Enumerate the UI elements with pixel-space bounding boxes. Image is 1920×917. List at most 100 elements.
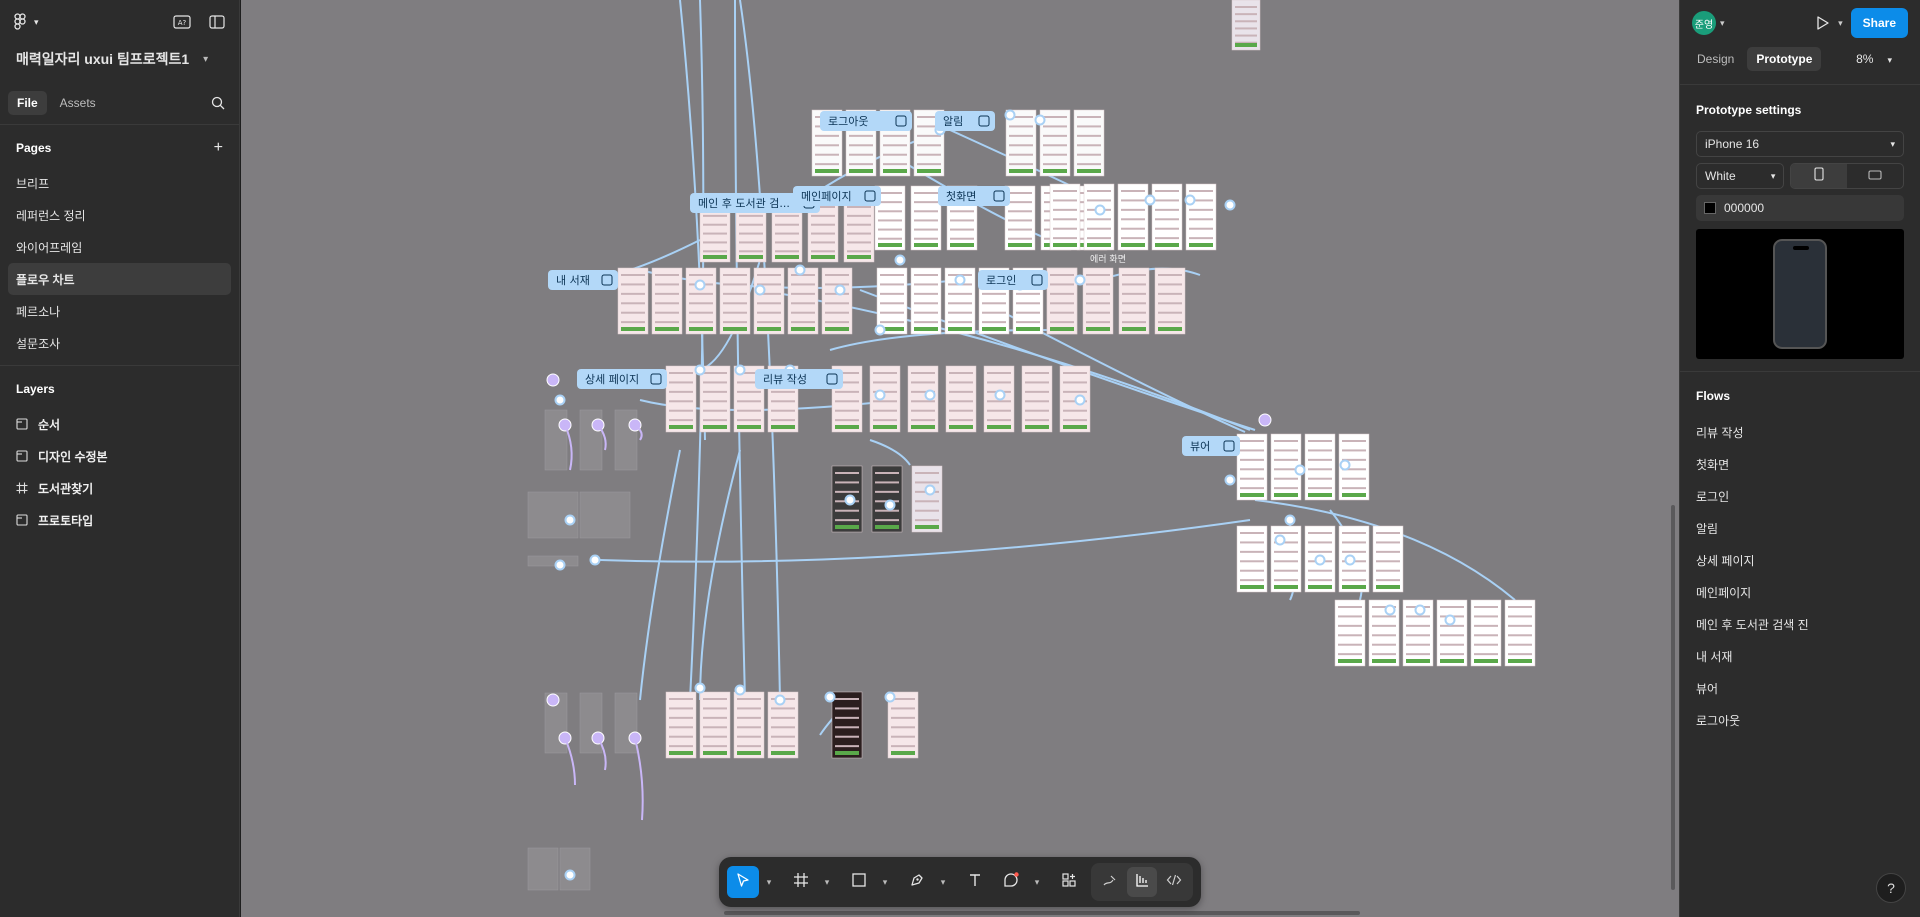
flow-label[interactable]: 뷰어 [1182,436,1240,456]
screen-frame[interactable] [787,267,819,335]
tab-assets[interactable]: Assets [51,91,105,115]
connection-node[interactable] [954,274,966,286]
screen-frame[interactable] [527,555,579,567]
connection-node[interactable] [694,364,706,376]
actions-tool-button[interactable] [1053,866,1085,898]
screen-frame[interactable] [1151,183,1183,251]
connection-node[interactable] [1094,204,1106,216]
connection-node[interactable] [734,684,746,696]
screen-frame[interactable] [1236,525,1268,593]
connection-node[interactable] [1034,114,1046,126]
screen-frame[interactable] [821,267,853,335]
connection-node[interactable] [924,389,936,401]
portrait-button[interactable] [1791,164,1848,188]
screen-frame[interactable] [1118,267,1150,335]
flow-label[interactable]: 상세 페이지 [577,369,667,389]
flow-item[interactable]: 리뷰 작성 [1680,416,1920,448]
shape-tool-button[interactable] [843,866,875,898]
screen-frame[interactable] [843,199,875,263]
move-tool-button[interactable] [727,866,759,898]
screen-frame[interactable] [871,465,903,533]
connection-node[interactable] [1004,109,1016,121]
connection-node[interactable] [564,869,576,881]
tab-file[interactable]: File [8,91,47,115]
screen-frame[interactable] [1185,183,1217,251]
flow-connector[interactable] [639,449,681,701]
connection-node[interactable] [824,691,836,703]
flow-item[interactable]: 뷰어 [1680,672,1920,704]
screen-frame[interactable] [831,691,863,759]
flow-connector[interactable] [699,449,741,701]
screen-frame[interactable] [1504,599,1536,667]
screen-frame[interactable] [1236,433,1268,501]
screen-frame[interactable] [719,267,751,335]
connection-node[interactable] [564,514,576,526]
canvas[interactable]: 로그아웃 알림 메인 후 도서관 검... 메인페이지 첫화면 내 서재 로그인 상세 페이지… [241,0,1679,917]
flow-connector[interactable] [739,0,781,701]
connection-node[interactable] [1224,474,1236,486]
connection-node[interactable] [1384,604,1396,616]
connection-node[interactable] [554,559,566,571]
main-menu-button[interactable]: ▾ [14,13,39,31]
flow-label[interactable]: 첫화면 [938,186,1010,206]
connection-node[interactable] [754,284,766,296]
flow-label[interactable]: 알림 [935,111,995,131]
screen-frame[interactable] [910,267,942,335]
present-play-icon[interactable] [1816,15,1830,31]
screen-frame[interactable] [699,365,731,433]
connection-node[interactable] [1414,604,1426,616]
page-item[interactable]: 레퍼런스 정리 [8,199,231,231]
screen-frame[interactable] [1082,267,1114,335]
add-page-icon[interactable]: + [214,139,223,157]
screen-frame[interactable] [911,465,943,533]
screen-frame[interactable] [1231,0,1261,51]
dev-mode-button[interactable] [1159,867,1189,897]
background-color-field[interactable]: 000000 [1696,195,1904,221]
connection-node[interactable] [1074,394,1086,406]
screen-frame[interactable] [887,691,919,759]
screen-frame[interactable] [910,185,942,251]
connection-node[interactable] [834,284,846,296]
connection-node[interactable] [1184,194,1196,206]
screen-frame[interactable] [699,691,731,759]
flow-label[interactable]: 내 서재 [548,270,618,290]
landscape-button[interactable] [1847,164,1903,188]
connection-node[interactable] [994,389,1006,401]
flow-item[interactable]: 로그인 [1680,480,1920,512]
flow-item[interactable]: 상세 페이지 [1680,544,1920,576]
flow-item[interactable]: 첫화면 [1680,448,1920,480]
connection-node[interactable] [1224,199,1236,211]
connection-node[interactable] [1144,194,1156,206]
chevron-down-icon[interactable]: ▾ [821,866,833,898]
connection-node[interactable] [1314,554,1326,566]
flow-label[interactable]: 메인페이지 [793,186,881,206]
chevron-down-icon[interactable]: ▾ [1838,18,1843,29]
screen-frame[interactable] [579,491,631,539]
flow-connector[interactable] [734,0,746,701]
draw-mode-button[interactable] [1095,867,1125,897]
connection-node[interactable] [844,494,856,506]
connection-node[interactable] [1444,614,1456,626]
chevron-down-icon[interactable]: ▾ [1031,866,1043,898]
connection-node[interactable] [884,499,896,511]
connection-node[interactable] [924,484,936,496]
flow-item[interactable]: 로그아웃 [1680,704,1920,736]
flow-connector[interactable] [869,439,911,466]
flow-label[interactable]: 리뷰 작성 [755,369,843,389]
screen-frame[interactable] [1436,599,1468,667]
search-icon[interactable] [211,96,225,110]
page-item[interactable]: 페르소나 [8,295,231,327]
flow-start-marker[interactable] [546,693,560,707]
frame-tool-button[interactable] [785,866,817,898]
connection-node[interactable] [1294,464,1306,476]
page-item[interactable]: 와이어프레임 [8,231,231,263]
screen-frame[interactable] [1073,109,1105,177]
screen-frame[interactable] [685,267,717,335]
layer-item[interactable]: 순서 [0,408,239,440]
comment-tool-button[interactable] [995,866,1027,898]
connection-node[interactable] [734,364,746,376]
connection-node[interactable] [589,554,601,566]
zoom-dropdown[interactable]: 8% ▾ [1856,52,1892,66]
share-button[interactable]: Share [1850,8,1908,38]
connection-node[interactable] [554,394,566,406]
